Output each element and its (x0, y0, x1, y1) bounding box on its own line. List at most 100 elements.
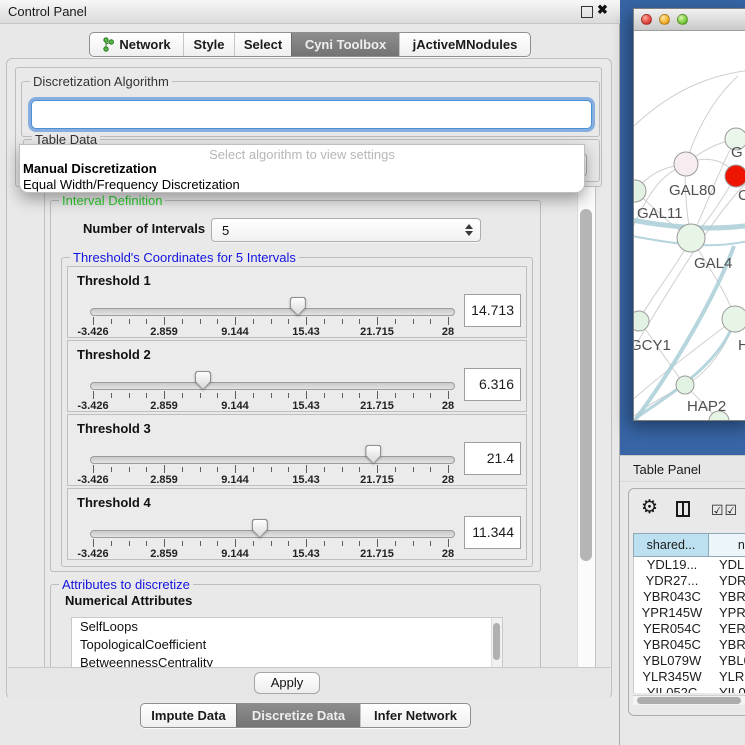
network-icon (102, 37, 114, 52)
cell-name[interactable]: YPR1 (710, 605, 745, 621)
table-row[interactable]: YIL052CYIL0 (634, 685, 745, 693)
column-header-shared-name[interactable]: shared... (633, 533, 709, 557)
slider-thumb[interactable] (365, 445, 381, 464)
threshold-coordinates-legend: Threshold's Coordinates for 5 Intervals (70, 250, 299, 265)
cell-name[interactable]: YBR0 (710, 589, 745, 605)
network-edge[interactable] (639, 238, 691, 321)
dropdown-option-manual[interactable]: Manual Discretization (23, 161, 157, 176)
threshold-row-4: Threshold 4-3.4262.8599.14415.4321.71528… (67, 488, 527, 560)
cell-name[interactable]: YBL0 (710, 653, 745, 669)
cell-name[interactable]: YER0 (710, 621, 745, 637)
cell-shared-name[interactable]: YER054C (634, 621, 710, 637)
slider-tick (182, 393, 183, 398)
network-node[interactable] (634, 311, 649, 331)
tab-select[interactable]: Select (234, 33, 291, 56)
close-icon[interactable]: ✖ (597, 2, 608, 18)
table-row[interactable]: YER054CYER0 (634, 621, 745, 637)
algorithm-combobox[interactable] (31, 100, 592, 129)
main-scrollbar-thumb[interactable] (580, 209, 592, 561)
network-node[interactable] (677, 224, 705, 252)
slider-track[interactable] (90, 456, 455, 464)
network-node-label: H (738, 337, 745, 354)
threshold-value-field[interactable]: 6.316 (464, 368, 521, 401)
slider-tick (324, 467, 325, 472)
threshold-value-field[interactable]: 14.713 (464, 294, 521, 327)
network-node-label: GAL11 (637, 205, 683, 222)
attributes-scrollbar-thumb[interactable] (493, 623, 500, 660)
dropdown-placeholder[interactable]: Select algorithm to view settings (20, 147, 584, 162)
table-hscrollbar-thumb[interactable] (637, 697, 741, 704)
slider-tick (306, 391, 307, 399)
slider-tick (288, 541, 289, 546)
minimize-traffic-light-icon[interactable] (659, 14, 670, 25)
table-hscrollbar[interactable] (633, 695, 745, 705)
tab-network[interactable]: Network (90, 33, 183, 56)
network-canvas[interactable]: GAL80GGAL11CGAL4GCY1HHAP2 (634, 30, 745, 420)
network-node[interactable] (722, 306, 745, 332)
cell-name[interactable]: YDR2 (710, 573, 745, 589)
network-node[interactable] (725, 165, 745, 187)
network-edge[interactable] (634, 70, 745, 126)
tab-cyni-toolbox[interactable]: Cyni Toolbox (291, 33, 399, 56)
table-row[interactable]: YBR045CYBR0 (634, 637, 745, 653)
apply-button[interactable]: Apply (254, 672, 320, 694)
tab-impute-data[interactable]: Impute Data (141, 704, 236, 727)
network-node[interactable] (676, 376, 694, 394)
cell-shared-name[interactable]: YLR345W (634, 669, 710, 685)
settings-scrollpane: Interval Definition Number of Intervals … (44, 186, 596, 668)
cell-shared-name[interactable]: YBL079W (634, 653, 710, 669)
slider-thumb[interactable] (252, 519, 268, 538)
cell-shared-name[interactable]: YBR043C (634, 589, 710, 605)
cell-name[interactable]: YBR0 (710, 637, 745, 653)
slider-track[interactable] (90, 308, 455, 316)
network-window-titlebar[interactable] (634, 9, 745, 31)
gear-icon[interactable]: ⚙ (641, 498, 658, 517)
slider-tick-label: 9.144 (221, 548, 249, 560)
cell-shared-name[interactable]: YDL19... (634, 557, 710, 573)
close-traffic-light-icon[interactable] (641, 14, 652, 25)
cell-shared-name[interactable]: YBR045C (634, 637, 710, 653)
column-header-name[interactable]: name (709, 533, 745, 557)
main-scrollbar-track[interactable] (577, 187, 595, 667)
network-node-label: HAP2 (687, 398, 726, 415)
cell-name[interactable]: YLR3 (710, 669, 745, 685)
table-row[interactable]: YBR043CYBR0 (634, 589, 745, 605)
table-row[interactable]: YDR27...YDR2 (634, 573, 745, 589)
threshold-value-field[interactable]: 11.344 (464, 516, 521, 549)
tab-jactivemnodules[interactable]: jActiveMNodules (399, 33, 530, 56)
number-of-intervals-combobox[interactable]: 5 (211, 218, 481, 242)
slider-tick (413, 393, 414, 398)
cell-name[interactable]: YIL0 (710, 685, 745, 693)
slider-thumb[interactable] (195, 371, 211, 390)
cell-shared-name[interactable]: YIL052C (634, 685, 710, 693)
slider-tick-label: 28 (442, 400, 454, 412)
slider-track[interactable] (90, 382, 455, 390)
tab-infer-network[interactable]: Infer Network (360, 704, 470, 727)
attribute-item[interactable]: TopologicalCoefficient (72, 636, 502, 654)
table-row[interactable]: YLR345WYLR3 (634, 669, 745, 685)
attribute-item[interactable]: SelfLoops (72, 618, 502, 636)
slider-tick (253, 319, 254, 324)
tab-style[interactable]: Style (183, 33, 234, 56)
attributes-scrollbar[interactable] (491, 618, 502, 668)
table-row[interactable]: YDL19...YDL1 (634, 557, 745, 573)
table-row[interactable]: YBL079WYBL0 (634, 653, 745, 669)
dropdown-option-equal-width[interactable]: Equal Width/Frequency Discretization (23, 177, 240, 192)
column-split-icon[interactable] (676, 501, 690, 517)
cell-name[interactable]: YDL1 (710, 557, 745, 573)
attribute-item[interactable]: BetweennessCentrality (72, 654, 502, 668)
threshold-value-field[interactable]: 21.4 (464, 442, 521, 475)
slider-tick-label: 28 (442, 474, 454, 486)
cell-shared-name[interactable]: YPR145W (634, 605, 710, 621)
slider-tick-label: 21.715 (360, 326, 394, 338)
float-window-icon[interactable] (581, 6, 593, 18)
zoom-traffic-light-icon[interactable] (677, 14, 688, 25)
checkbox-icons[interactable]: ☑☑ (711, 502, 738, 519)
cell-shared-name[interactable]: YDR27... (634, 573, 710, 589)
network-node[interactable] (674, 152, 698, 176)
table-row[interactable]: YPR145WYPR1 (634, 605, 745, 621)
slider-track[interactable] (90, 530, 455, 538)
slider-thumb[interactable] (290, 297, 306, 316)
slider-tick (271, 319, 272, 324)
tab-discretize-data[interactable]: Discretize Data (236, 704, 360, 727)
